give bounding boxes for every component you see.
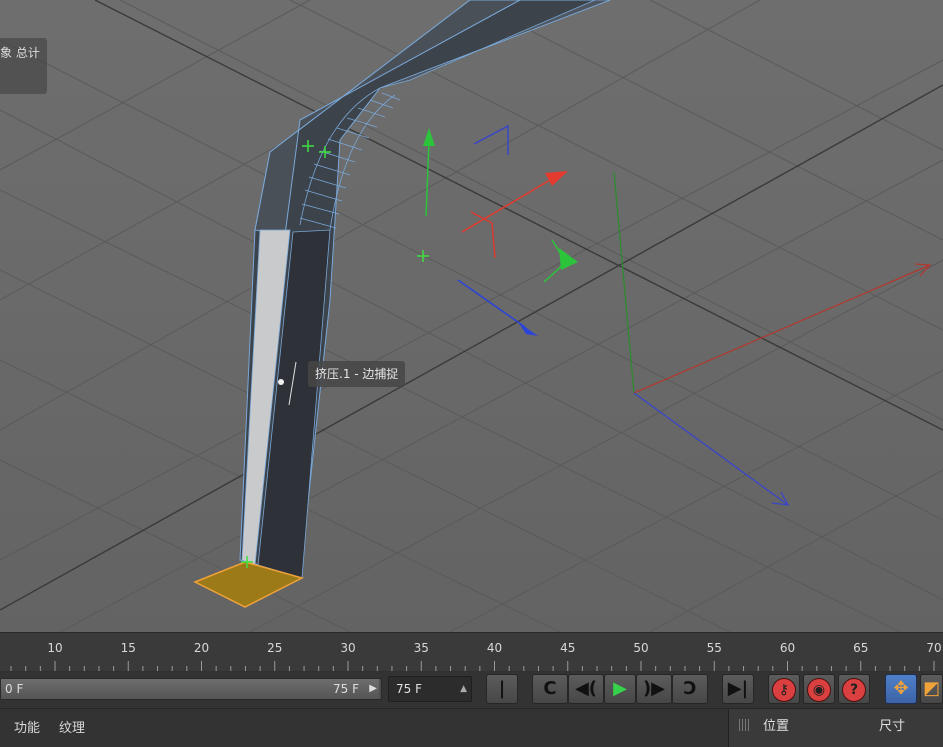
extrude-object[interactable] <box>193 0 611 608</box>
current-frame-field[interactable]: 75 F ▲▼ <box>388 676 472 718</box>
coordinates-panel: 位置 尺寸 <box>728 709 943 747</box>
next-key-button[interactable]: Ↄ <box>672 674 708 704</box>
ruler-label: 15 <box>120 641 136 655</box>
ruler-label: 45 <box>560 641 576 655</box>
viewport-scene <box>0 0 943 632</box>
slider-fill <box>1 679 379 699</box>
key-icon: ⚷ <box>772 678 796 702</box>
range-start-label: 0 F <box>5 682 24 696</box>
panel-grip-icon[interactable] <box>739 719 751 731</box>
position-header: 位置 <box>763 719 790 734</box>
ruler-label: 55 <box>706 641 722 655</box>
3d-viewport[interactable]: 象 总计 挤压.1 - 边捕捉 <box>0 0 943 632</box>
ruler-label: 40 <box>486 641 503 655</box>
floor-grid <box>0 0 943 632</box>
auto-key-button[interactable]: ◉ <box>803 674 835 704</box>
current-frame-value: 75 F <box>396 682 422 696</box>
goto-end-button[interactable]: ▶| <box>722 674 754 704</box>
scale-tool-button[interactable]: ◩ <box>920 674 943 704</box>
move-tool-button[interactable]: ✥ <box>885 674 917 704</box>
move-arrows-icon: ✥ <box>893 678 909 699</box>
ruler-label: 30 <box>340 641 356 655</box>
ruler-label: 65 <box>853 641 869 655</box>
step-forward-button[interactable]: )▶ <box>636 674 672 704</box>
ruler-label: 20 <box>193 641 210 655</box>
menu-texture[interactable]: 纹理 <box>59 717 85 736</box>
size-header: 尺寸 <box>879 719 906 734</box>
stats-hud: 象 总计 <box>0 38 47 94</box>
question-icon: ? <box>842 678 866 702</box>
step-back-button[interactable]: ◀( <box>568 674 604 704</box>
move-gizmo[interactable] <box>423 124 578 336</box>
ruler-label: 70 <box>926 641 942 655</box>
ruler-label: 10 <box>47 641 63 655</box>
record-key-button[interactable]: ⚷ <box>768 674 800 704</box>
ruler-label: 25 <box>267 641 283 655</box>
transport-bar: 0 F 75 F ▶ 75 F ▲▼ |◀◀ C ◀( ▶ )▶ Ↄ ▶| ⚷ … <box>0 672 943 727</box>
goto-start-button[interactable]: |◀◀ <box>486 674 518 727</box>
prev-key-button[interactable]: C <box>532 674 568 704</box>
bottom-panel: 功能 纹理 位置 尺寸 <box>0 708 943 747</box>
ruler-label: 35 <box>413 641 429 655</box>
play-button[interactable]: ▶ <box>604 674 636 704</box>
scale-icon: ◩ <box>922 678 940 699</box>
frame-range-slider[interactable]: 0 F 75 F ▶ <box>0 678 382 700</box>
ruler-label: 50 <box>633 641 649 655</box>
snap-tooltip: 挤压.1 - 边捕捉 <box>308 361 406 387</box>
range-end-label: 75 F <box>333 682 359 696</box>
ruler-label: 60 <box>779 641 796 655</box>
key-help-button[interactable]: ? <box>838 674 870 704</box>
autokey-icon: ◉ <box>807 678 831 702</box>
hud-text: 象 总计 <box>0 46 40 60</box>
range-arrow-icon[interactable]: ▶ <box>369 683 377 694</box>
timeline-ruler[interactable]: 10 15 20 25 30 35 40 45 50 55 60 65 70 <box>0 632 943 673</box>
menu-function[interactable]: 功能 <box>14 717 40 736</box>
